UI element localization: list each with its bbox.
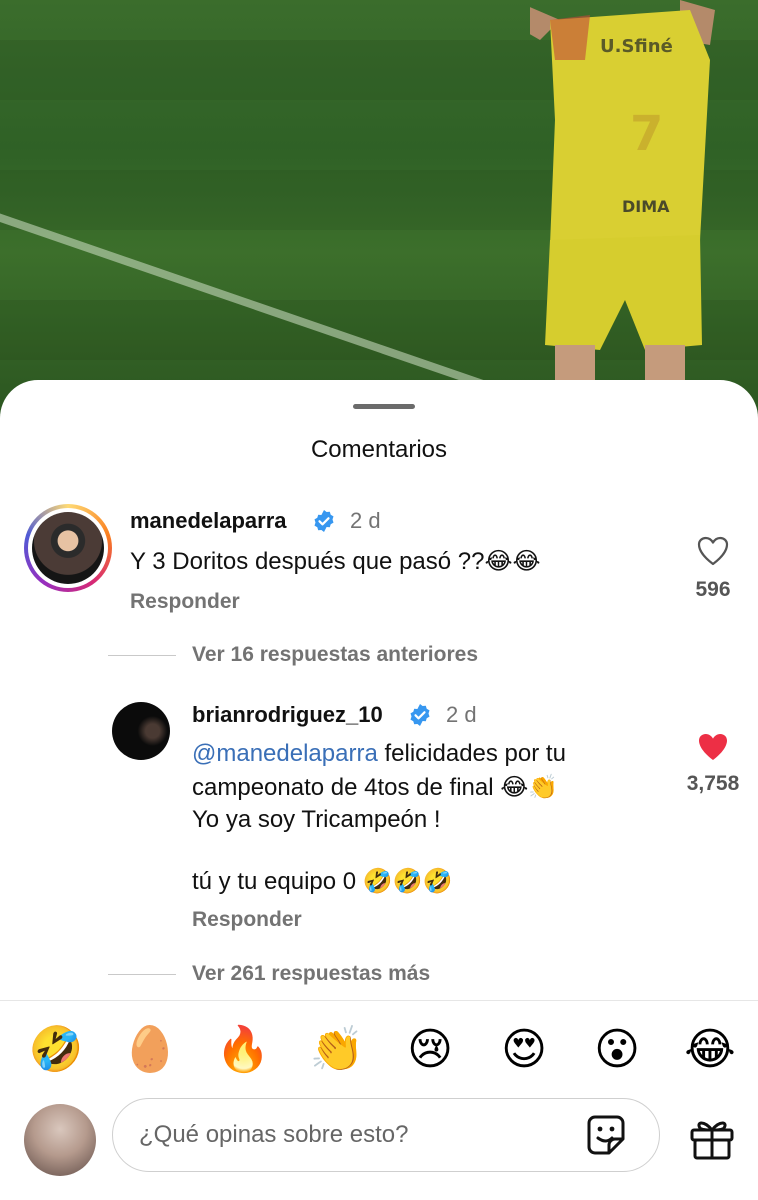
divider [0, 1000, 758, 1001]
avatar-brianrodriguez_10[interactable] [112, 702, 170, 760]
reaction-heart-eyes-emoji[interactable]: 😍 [494, 1020, 554, 1080]
svg-text:7: 7 [630, 106, 663, 162]
reaction-crying-emoji[interactable]: 😢 [400, 1020, 460, 1080]
reply-button[interactable]: Responder [192, 908, 302, 932]
svg-text:U.Sfiné: U.Sfiné [600, 36, 673, 57]
liked-heart-icon[interactable] [697, 732, 729, 762]
replies-divider-line [108, 974, 176, 975]
reply-text-fragment: felicidades por tu [377, 740, 566, 767]
replies-divider-line [108, 655, 176, 656]
current-user-avatar [24, 1104, 96, 1176]
video-frame: U.Sfiné DIMA 7 [0, 0, 758, 420]
view-previous-replies[interactable]: Ver 16 respuestas anteriores [192, 643, 478, 667]
reaction-clap-emoji[interactable]: 👏 [307, 1020, 367, 1080]
drag-handle[interactable] [353, 404, 415, 409]
avatar-manedelaparra[interactable] [24, 504, 112, 592]
reaction-tears-of-joy-emoji[interactable]: 😂 [680, 1020, 740, 1080]
like-count: 3,758 [686, 772, 740, 795]
mention-link[interactable]: @manedelaparra [192, 740, 378, 767]
reply-username[interactable]: brianrodriguez_10 [192, 702, 383, 728]
comment-time: 2 d [350, 508, 381, 533]
like-heart-icon[interactable] [697, 536, 729, 566]
sticker-icon[interactable] [581, 1111, 631, 1161]
comment-input[interactable] [139, 1117, 569, 1153]
reaction-bar: 🤣 🥚 🔥 👏 😢 😍 😮 😂 [0, 1020, 758, 1080]
reply-time: 2 d [446, 702, 477, 727]
svg-text:DIMA: DIMA [622, 197, 670, 216]
reaction-fire-emoji[interactable]: 🔥 [213, 1020, 273, 1080]
sheet-title: Comentarios [310, 436, 448, 463]
gift-icon[interactable] [686, 1112, 738, 1164]
reaction-rofl-emoji[interactable]: 🤣 [26, 1020, 86, 1080]
view-more-replies[interactable]: Ver 261 respuestas más [192, 962, 430, 986]
verified-badge-icon [314, 510, 334, 532]
like-count: 596 [695, 578, 731, 601]
reply-text-line-3: Yo ya soy Tricampeón ! [192, 806, 441, 833]
comment-username[interactable]: manedelaparra [130, 508, 287, 534]
comment-composer [112, 1098, 660, 1172]
reaction-egg-emoji[interactable]: 🥚 [120, 1020, 180, 1080]
reaction-surprised-emoji[interactable]: 😮 [587, 1020, 647, 1080]
verified-badge-icon [410, 704, 430, 726]
reply-button[interactable]: Responder [130, 590, 240, 614]
reply-text-line-4: tú y tu equipo 0 🤣🤣🤣 [192, 868, 453, 895]
comments-sheet: Comentarios manedelaparra 2 d Y 3 Dorito… [0, 380, 758, 1200]
reply-text-line-2: campeonato de 4tos de final 😂👏 [192, 774, 559, 801]
comment-text: Y 3 Doritos después que pasó ??😂😂 [130, 548, 541, 575]
goalkeeper-figure: U.Sfiné DIMA 7 [530, 0, 715, 390]
reply-text-line-1: @manedelaparra felicidades por tu [192, 738, 566, 770]
